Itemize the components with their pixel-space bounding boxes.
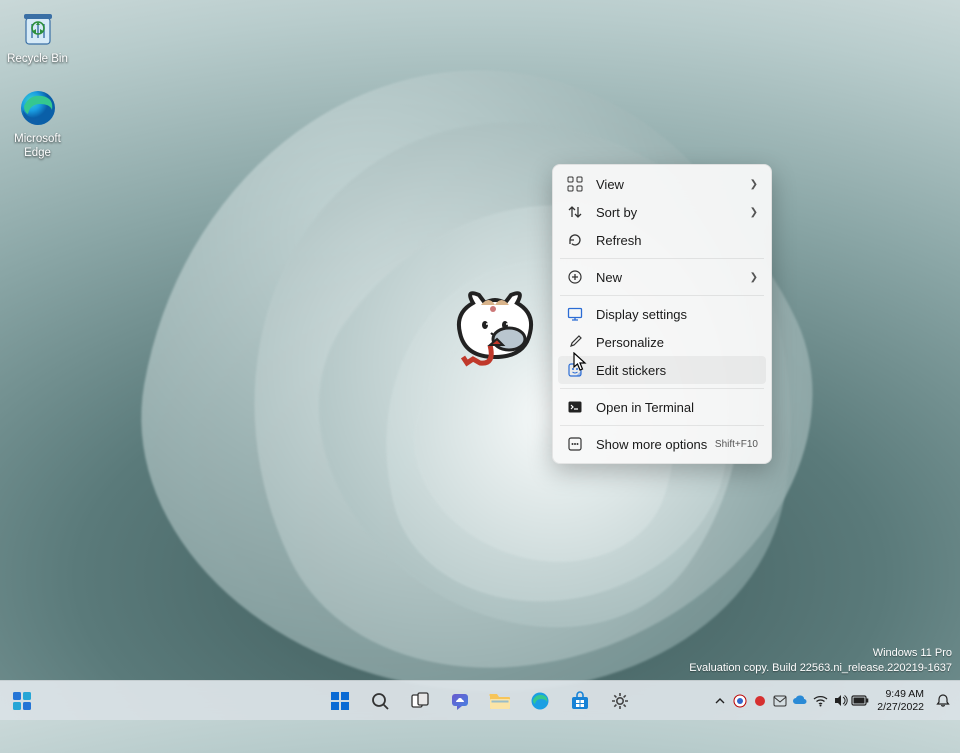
paintbrush-icon <box>566 333 584 351</box>
terminal-icon <box>566 398 584 416</box>
menu-separator <box>560 295 764 296</box>
system-tray: 9:49 AM 2/27/2022 <box>711 688 954 712</box>
menu-item-label: Open in Terminal <box>596 400 758 415</box>
menu-separator <box>560 425 764 426</box>
clock-time: 9:49 AM <box>877 688 924 700</box>
menu-item-label: View <box>596 177 750 192</box>
notifications-button[interactable] <box>932 690 954 712</box>
chevron-right-icon: ❯ <box>750 207 758 218</box>
security-icon[interactable] <box>731 692 749 710</box>
desktop-icon-recycle-bin[interactable]: Recycle Bin <box>0 6 75 66</box>
file-explorer-button[interactable] <box>483 684 517 718</box>
mail-icon[interactable] <box>771 692 789 710</box>
desktop-icon-edge[interactable]: Microsoft Edge <box>0 86 75 161</box>
build-watermark: Windows 11 Pro Evaluation copy. Build 22… <box>689 646 952 676</box>
taskbar-clock[interactable]: 9:49 AM 2/27/2022 <box>871 688 930 712</box>
desktop-icon-label: Recycle Bin <box>0 52 75 66</box>
refresh-icon <box>566 231 584 249</box>
task-view-button[interactable] <box>403 684 437 718</box>
menu-item-label: Edit stickers <box>596 363 758 378</box>
watermark-line1: Windows 11 Pro <box>689 646 952 661</box>
tray-overflow-button[interactable] <box>711 692 729 710</box>
chevron-right-icon: ❯ <box>750 272 758 283</box>
chat-button[interactable] <box>443 684 477 718</box>
menu-item-label: Refresh <box>596 233 758 248</box>
menu-item-open-terminal[interactable]: Open in Terminal <box>558 393 766 421</box>
watermark-line2: Evaluation copy. Build 22563.ni_release.… <box>689 661 952 676</box>
desktop-context-menu: View ❯ Sort by ❯ Refresh New ❯ Display s… <box>552 164 772 464</box>
more-options-icon <box>566 435 584 453</box>
volume-icon[interactable] <box>831 692 849 710</box>
menu-item-label: Sort by <box>596 205 750 220</box>
cat-sticker[interactable] <box>445 285 545 375</box>
menu-item-sort-by[interactable]: Sort by ❯ <box>558 198 766 226</box>
menu-item-view[interactable]: View ❯ <box>558 170 766 198</box>
onedrive-icon[interactable] <box>791 692 809 710</box>
search-button[interactable] <box>363 684 397 718</box>
store-button[interactable] <box>563 684 597 718</box>
start-button[interactable] <box>323 684 357 718</box>
sort-icon <box>566 203 584 221</box>
menu-item-label: Display settings <box>596 307 758 322</box>
menu-separator <box>560 258 764 259</box>
menu-item-refresh[interactable]: Refresh <box>558 226 766 254</box>
widgets-button[interactable] <box>6 685 38 717</box>
taskbar: 9:49 AM 2/27/2022 <box>0 680 960 720</box>
grid-icon <box>566 175 584 193</box>
menu-item-label: Personalize <box>596 335 758 350</box>
menu-item-edit-stickers[interactable]: Edit stickers <box>558 356 766 384</box>
menu-separator <box>560 388 764 389</box>
recycle-bin-icon <box>16 6 60 50</box>
menu-item-show-more[interactable]: Show more options Shift+F10 <box>558 430 766 458</box>
wifi-icon[interactable] <box>811 692 829 710</box>
battery-icon[interactable] <box>851 692 869 710</box>
chevron-right-icon: ❯ <box>750 179 758 190</box>
menu-item-label: New <box>596 270 750 285</box>
taskbar-center <box>323 684 637 718</box>
menu-item-new[interactable]: New ❯ <box>558 263 766 291</box>
desktop-icon-label: Microsoft Edge <box>0 132 75 161</box>
menu-item-display-settings[interactable]: Display settings <box>558 300 766 328</box>
record-icon[interactable] <box>751 692 769 710</box>
monitor-icon <box>566 305 584 323</box>
edge-icon <box>16 86 60 130</box>
clock-date: 2/27/2022 <box>877 701 924 713</box>
menu-item-personalize[interactable]: Personalize <box>558 328 766 356</box>
menu-item-label: Show more options <box>596 437 715 452</box>
settings-button[interactable] <box>603 684 637 718</box>
sticker-icon <box>566 361 584 379</box>
edge-button[interactable] <box>523 684 557 718</box>
plus-circle-icon <box>566 268 584 286</box>
menu-item-shortcut: Shift+F10 <box>715 439 758 450</box>
